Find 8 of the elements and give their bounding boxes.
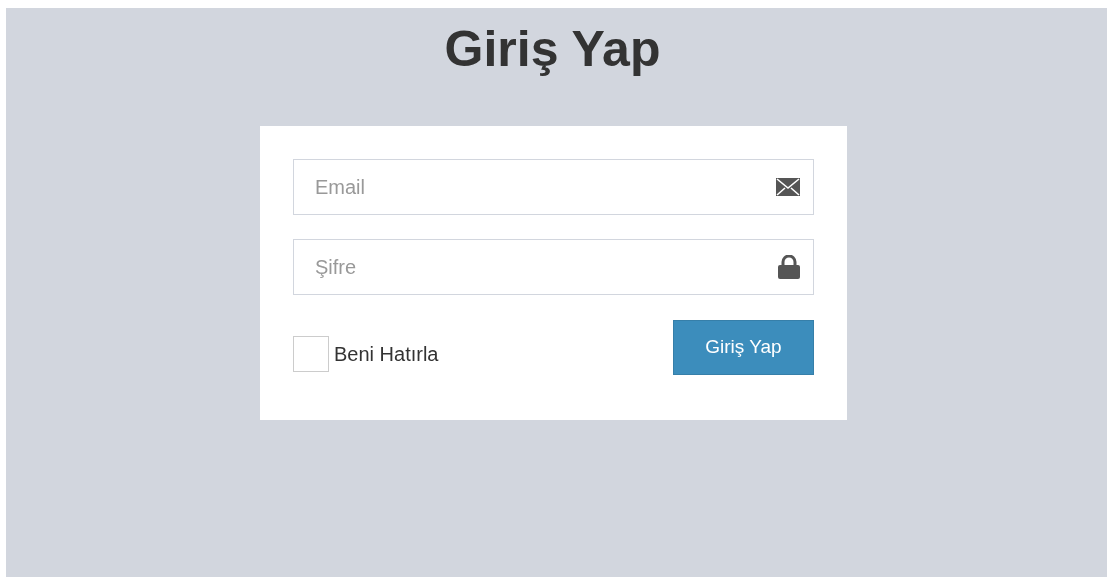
login-button[interactable]: Giriş Yap — [673, 320, 814, 375]
email-field[interactable]: Email — [293, 159, 814, 215]
envelope-icon — [776, 178, 800, 196]
lock-icon — [778, 255, 800, 279]
remember-label: Beni Hatırla — [334, 342, 439, 367]
page-title: Giriş Yap — [444, 24, 661, 74]
remember-checkbox[interactable] — [293, 336, 329, 372]
password-field[interactable]: Şifre — [293, 239, 814, 295]
